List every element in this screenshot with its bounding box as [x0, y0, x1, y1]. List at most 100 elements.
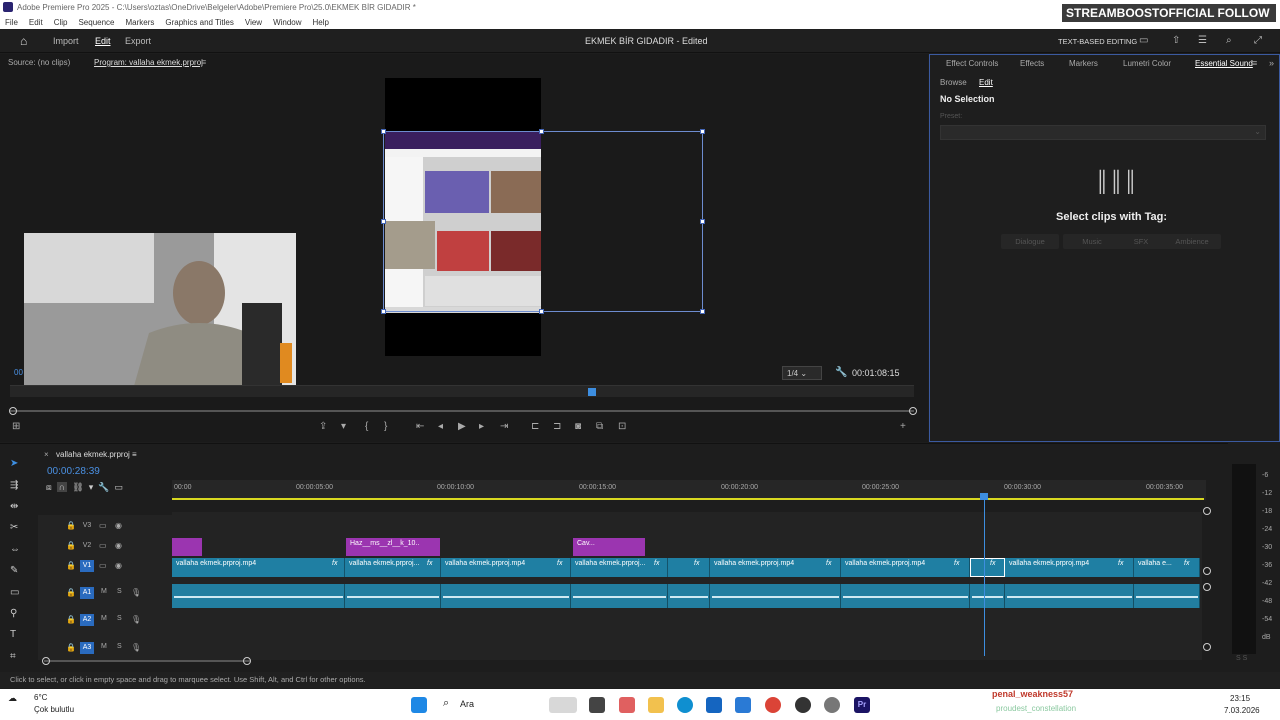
import-tab[interactable]: Import	[53, 36, 79, 46]
overwrite-icon[interactable]: ⊐	[553, 421, 561, 432]
mute-icon[interactable]: M	[101, 615, 107, 622]
v2-clip[interactable]	[172, 538, 202, 556]
a1-audio-clip[interactable]	[345, 584, 441, 608]
v1-clip[interactable]: vallaha ekmek.prproj.mp4	[441, 558, 571, 577]
menu-markers[interactable]: Markers	[126, 18, 155, 27]
dialogue-tag-button[interactable]: Dialogue	[1001, 234, 1059, 249]
step-forward-icon[interactable]: ▸	[479, 421, 484, 432]
obs-icon[interactable]	[795, 697, 811, 713]
lock-icon[interactable]: 🔒	[66, 615, 76, 624]
sequence-tab[interactable]: vallaha ekmek.prproj ≡	[56, 450, 137, 459]
a1-audio-clip[interactable]	[1134, 584, 1200, 608]
captions-icon[interactable]: ▭	[114, 482, 123, 492]
windows-start-icon[interactable]	[411, 697, 427, 713]
lock-icon[interactable]: 🔒	[66, 643, 76, 652]
track-select-icon[interactable]: ⇶	[10, 480, 24, 494]
wrench-icon[interactable]: 🔧	[835, 367, 847, 378]
solo-icon[interactable]: S	[117, 588, 122, 595]
tab-lumetri-color[interactable]: Lumetri Color	[1123, 59, 1171, 68]
track-label[interactable]: A3	[80, 642, 94, 654]
vscroll-handle[interactable]	[1203, 583, 1211, 591]
track-label[interactable]: A1	[80, 587, 94, 599]
v1-clip[interactable]: vallaha ekmek.prproj.mp4	[841, 558, 970, 577]
add-marker-icon[interactable]: ▾	[89, 482, 94, 492]
menu-view[interactable]: View	[245, 18, 262, 27]
a1-audio-clip[interactable]	[668, 584, 710, 608]
compare-icon[interactable]: ⧉	[596, 421, 603, 432]
copilot-icon[interactable]	[619, 697, 635, 713]
menu-clip[interactable]: Clip	[54, 18, 68, 27]
lock-icon[interactable]: 🔒	[66, 541, 76, 550]
edit-subtab[interactable]: Edit	[979, 78, 993, 87]
lock-icon[interactable]: 🔒	[66, 588, 76, 597]
widget-icon[interactable]	[549, 697, 577, 713]
lock-icon[interactable]: 🔒	[66, 521, 76, 530]
preset-dropdown[interactable]: ⌄	[940, 125, 1266, 140]
resolution-select[interactable]: 1/4 ⌄	[782, 366, 822, 380]
nest-icon[interactable]: ⧈	[46, 482, 52, 492]
ripple-edit-icon[interactable]: ⇹	[10, 501, 24, 515]
meter-solo-buttons[interactable]: S S	[1236, 655, 1247, 662]
scroll-handle-left[interactable]	[9, 407, 17, 415]
type-tool-icon[interactable]: T	[10, 629, 24, 643]
tab-effects[interactable]: Effects	[1020, 59, 1044, 68]
lock-icon[interactable]: 🔒	[66, 561, 76, 570]
search-icon[interactable]: ⌕	[1226, 35, 1232, 46]
snap-icon[interactable]: ∩	[56, 482, 68, 492]
go-to-in-icon[interactable]: ⇤	[416, 421, 424, 432]
mark-in-icon[interactable]: {	[365, 421, 368, 432]
sync-icon[interactable]: ▭	[99, 541, 107, 550]
program-time-ruler[interactable]	[10, 385, 914, 397]
tab-effect-controls[interactable]: Effect Controls	[946, 59, 998, 68]
pen-tool-icon[interactable]: ✎	[10, 565, 24, 579]
sequence-menu-icon[interactable]: ≡	[132, 450, 137, 459]
camera-icon[interactable]: ◙	[575, 421, 581, 432]
sync-icon[interactable]: ▭	[99, 521, 107, 530]
weather-temp[interactable]: 6°C	[34, 693, 47, 702]
transform-handle[interactable]	[700, 129, 705, 134]
panel-menu-icon[interactable]: ≡	[1252, 58, 1257, 68]
menu-graphics[interactable]: Graphics and Titles	[165, 18, 233, 27]
a1-audio-clip[interactable]	[172, 584, 345, 608]
v1-clip[interactable]: vallaha ekmek.prproj.mp4	[710, 558, 841, 577]
weather-icon[interactable]: ☁	[8, 693, 17, 704]
play-icon[interactable]: ▶	[458, 421, 466, 432]
text-based-editing-label[interactable]: TEXT-BASED EDITING	[1058, 37, 1137, 46]
expand-icon[interactable]: ⤢	[1254, 35, 1262, 46]
transform-handle[interactable]	[381, 129, 386, 134]
home-icon[interactable]: ⌂	[20, 34, 33, 48]
vscroll-handle[interactable]	[1203, 643, 1211, 651]
eye-icon[interactable]: ◉	[115, 521, 122, 530]
workspace-icon[interactable]: ☰	[1198, 35, 1207, 46]
chrome-icon[interactable]	[765, 697, 781, 713]
add-button-icon[interactable]: +	[900, 421, 906, 432]
v1-clip[interactable]: vallaha ekmek.prproj.mp4	[1005, 558, 1134, 577]
zoom-scrollbar[interactable]	[10, 410, 914, 412]
file-explorer-icon[interactable]	[648, 697, 664, 713]
program-timecode[interactable]: 00:01:08:15	[852, 368, 900, 378]
lift-icon[interactable]: ⇪	[319, 421, 327, 432]
settings-wrench-icon[interactable]: 🔧	[98, 482, 109, 492]
panel-menu-icon[interactable]: ≡	[201, 57, 206, 67]
go-to-out-icon[interactable]: ⇥	[500, 421, 508, 432]
export-tab[interactable]: Export	[125, 36, 151, 46]
a1-audio-clip[interactable]	[841, 584, 970, 608]
transform-handle[interactable]	[381, 309, 386, 314]
caption-tool-icon[interactable]: ⌗	[10, 651, 24, 665]
weather-text[interactable]: Çok bulutlu	[34, 705, 74, 714]
mic-icon[interactable]: 🎙	[131, 615, 141, 624]
menu-window[interactable]: Window	[273, 18, 301, 27]
scroll-handle-right[interactable]	[909, 407, 917, 415]
timeline-playhead[interactable]	[984, 494, 985, 656]
menu-edit[interactable]: Edit	[29, 18, 43, 27]
rectangle-tool-icon[interactable]: ▭	[10, 587, 24, 601]
linked-selection-icon[interactable]: ⛓	[72, 482, 83, 492]
vscroll-handle[interactable]	[1203, 567, 1211, 575]
v2-clip[interactable]: Cav...	[573, 538, 645, 556]
settings-icon[interactable]: ⊞	[12, 421, 20, 432]
v1-clip[interactable]: vallaha e...	[1134, 558, 1200, 577]
a1-audio-clip[interactable]	[571, 584, 668, 608]
hscroll-handle[interactable]	[42, 657, 50, 665]
premiere-pro-icon[interactable]: Pr	[854, 697, 870, 713]
menu-sequence[interactable]: Sequence	[78, 18, 114, 27]
